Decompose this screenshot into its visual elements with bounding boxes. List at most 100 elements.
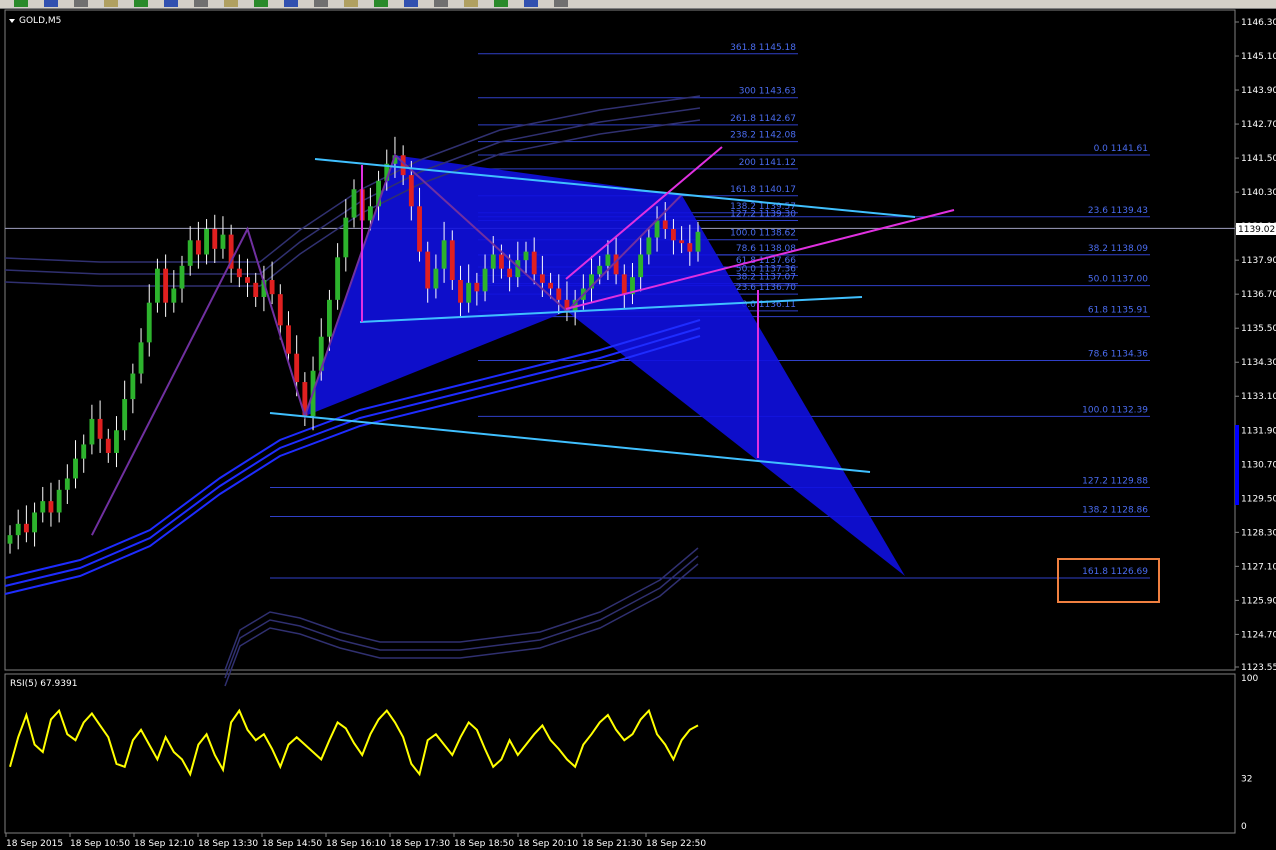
bear-candle xyxy=(458,280,463,303)
bull-candle xyxy=(490,254,496,269)
fib-mid-label: 38.2 1137.07 xyxy=(736,273,796,283)
bear-candle xyxy=(23,523,29,533)
price-tick-label: 1145.10 xyxy=(1241,52,1276,62)
fib-level-label: 138.2 1128.86 xyxy=(1082,505,1148,515)
bear-candle xyxy=(195,240,201,255)
bear-candle xyxy=(662,220,668,229)
fib-level-label: 23.6 1139.43 xyxy=(1088,206,1148,216)
bear-candle xyxy=(425,251,431,289)
rsi-line xyxy=(9,708,699,777)
price-tick-label: 1127.10 xyxy=(1241,562,1276,572)
price-tick-label: 1135.50 xyxy=(1241,324,1276,334)
bull-candle xyxy=(646,237,652,255)
bull-candle xyxy=(114,430,119,453)
bear-candle xyxy=(449,240,455,280)
bull-candle xyxy=(122,399,128,431)
bear-candle xyxy=(97,418,103,439)
bull-candle xyxy=(15,523,21,536)
price-tick-label: 1143.90 xyxy=(1241,86,1276,96)
fib-mid-label: 200 1141.12 xyxy=(739,158,796,168)
bear-candle xyxy=(163,268,169,303)
time-tick-label: 18 Sep 12:10 xyxy=(134,839,194,849)
price-tick-label: 1146.30 xyxy=(1241,18,1276,28)
bull-candle xyxy=(335,257,341,300)
bull-candle xyxy=(367,206,373,221)
price-tick-label: 1129.50 xyxy=(1241,494,1276,504)
bull-candle xyxy=(654,220,660,238)
bull-candle xyxy=(73,458,78,479)
price-tick-label: 1137.90 xyxy=(1241,256,1276,266)
fib-level-label: 50.0 1137.00 xyxy=(1088,275,1148,285)
bear-candle xyxy=(687,243,693,252)
time-tick-label: 18 Sep 10:50 xyxy=(70,839,130,849)
bull-candle xyxy=(695,231,701,252)
time-tick-label: 18 Sep 17:30 xyxy=(390,839,450,849)
fib-mid-label: 23.6 1136.70 xyxy=(736,283,796,293)
time-tick-label: 18 Sep 13:30 xyxy=(198,839,258,849)
price-axis-layer: 1146.30 1145.10 1143.90 1142.70 1141.50 1140.… xyxy=(1235,18,1276,673)
fib-mid-label: 100.0 1138.62 xyxy=(730,229,796,239)
rsi-tick-label: 32 xyxy=(1241,775,1252,785)
bull-candle xyxy=(220,234,226,249)
bear-candle xyxy=(417,206,422,252)
rsi-label: RSI(5) 67.9391 xyxy=(10,679,77,689)
fib-level-label: 100.0 1132.39 xyxy=(1082,405,1148,415)
bull-candle xyxy=(351,189,357,218)
bull-candle xyxy=(89,418,95,445)
bull-candle xyxy=(466,282,472,303)
bear-candle xyxy=(556,288,562,300)
fib-level-label: 78.6 1134.36 xyxy=(1088,350,1148,360)
fib-mid-label: 238.2 1142.08 xyxy=(730,131,796,141)
bull-candle xyxy=(32,512,37,533)
bull-candle xyxy=(138,342,144,374)
rsi-layer: 100 32 0 xyxy=(9,674,1258,832)
price-tick-label: 1134.30 xyxy=(1241,358,1276,368)
time-tick-label: 18 Sep 16:10 xyxy=(326,839,386,849)
bear-candle xyxy=(245,277,250,283)
bull-candle xyxy=(40,501,46,513)
bull-candle xyxy=(179,265,185,289)
price-tick-label: 1123.55 xyxy=(1241,663,1276,673)
fib-mid-label: 361.8 1145.18 xyxy=(730,43,796,53)
chart-svg: 0.0 1141.61 23.6 1139.43 38.2 1138.09 50.0 … xyxy=(4,9,1276,849)
bull-candle xyxy=(155,268,160,303)
rsi-tick-label: 0 xyxy=(1241,822,1247,832)
bear-candle xyxy=(499,254,504,269)
bull-candle xyxy=(64,478,70,490)
price-tick-label: 1141.50 xyxy=(1241,154,1276,164)
bear-candle xyxy=(507,268,513,278)
bull-candle xyxy=(482,268,488,292)
bull-candle xyxy=(187,240,193,266)
harmonic-shapes-layer xyxy=(304,155,905,576)
price-tick-label: 1136.70 xyxy=(1241,290,1276,300)
bull-candle xyxy=(638,254,644,278)
bull-candle xyxy=(81,444,87,459)
bear-candle xyxy=(253,282,259,298)
axis-scroll-marker[interactable] xyxy=(1235,425,1239,505)
bull-candle xyxy=(56,489,62,513)
price-tick-label: 1125.90 xyxy=(1241,596,1276,606)
price-tick-label: 1142.70 xyxy=(1241,120,1276,130)
price-tick-label: 1140.30 xyxy=(1241,188,1276,198)
highlight-box xyxy=(1057,558,1160,603)
bear-candle xyxy=(408,175,414,207)
bull-candle xyxy=(146,302,152,343)
bear-candle xyxy=(212,228,218,249)
bear-candle xyxy=(236,268,242,278)
bear-candle xyxy=(679,240,685,244)
price-tick-label: 1130.70 xyxy=(1241,460,1276,470)
price-tick-label: 1133.10 xyxy=(1241,392,1276,402)
price-tick-label: 1131.90 xyxy=(1241,426,1276,436)
time-tick-label: 18 Sep 18:50 xyxy=(454,839,514,849)
bear-candle xyxy=(671,228,676,241)
dropdown-triangle-icon[interactable] xyxy=(9,19,15,23)
price-tick-label: 1128.30 xyxy=(1241,528,1276,538)
ma-lower-line xyxy=(224,547,699,671)
rsi-tick-label: 100 xyxy=(1241,674,1258,684)
price-tick-label: 1124.70 xyxy=(1241,630,1276,640)
bear-candle xyxy=(474,282,480,292)
time-tick-label: 18 Sep 22:50 xyxy=(646,839,706,849)
fib-level-label: 127.2 1129.88 xyxy=(1082,477,1148,487)
bull-candle xyxy=(597,265,603,275)
fib-level-label: 161.8 1126.69 xyxy=(1082,567,1148,577)
